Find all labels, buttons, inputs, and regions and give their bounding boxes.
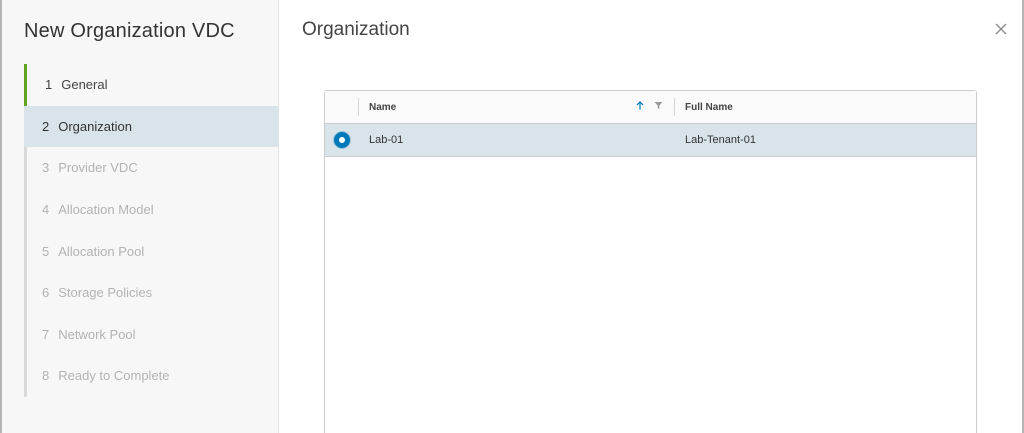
step-number: 5 xyxy=(42,243,50,259)
step-label: Organization xyxy=(58,118,132,134)
step-label: Allocation Pool xyxy=(58,243,145,259)
step-number: 4 xyxy=(42,202,50,218)
name-column-label: Name xyxy=(369,101,397,113)
step-label: Network Pool xyxy=(58,326,136,342)
step-label: General xyxy=(61,77,108,93)
step-label: Storage Policies xyxy=(58,285,153,301)
organization-datagrid: Name Full Name Lab-01 Lab-Tenant-01 xyxy=(324,90,977,433)
close-button[interactable] xyxy=(992,22,1010,40)
wizard-title: New Organization VDC xyxy=(24,20,235,42)
row-select-cell xyxy=(325,124,359,156)
step-label: Allocation Model xyxy=(58,202,154,218)
close-icon[interactable] xyxy=(995,22,1007,40)
step-number: 3 xyxy=(42,160,50,176)
step-allocation-model: 4 Allocation Model xyxy=(24,189,279,231)
row-radio-button[interactable] xyxy=(334,132,350,148)
step-general[interactable]: 1 General xyxy=(24,64,279,106)
step-label: Ready to Complete xyxy=(58,368,170,384)
step-number: 2 xyxy=(42,118,50,134)
step-network-pool: 7 Network Pool xyxy=(24,314,279,356)
select-column-header xyxy=(325,91,359,123)
step-provider-vdc: 3 Provider VDC xyxy=(24,147,279,189)
step-storage-policies: 6 Storage Policies xyxy=(24,272,279,314)
arrow-up-icon[interactable] xyxy=(636,101,644,113)
wizard-content: Organization Name Full Name Lab-01 Lab-T… xyxy=(280,0,1022,433)
step-number: 7 xyxy=(42,326,50,342)
step-ready-to-complete: 8 Ready to Complete xyxy=(24,355,279,397)
full-name-column-label: Full Name xyxy=(685,101,733,113)
filter-icon[interactable] xyxy=(654,101,663,113)
column-actions xyxy=(636,101,663,113)
step-label: Provider VDC xyxy=(58,160,138,176)
grid-header: Name Full Name xyxy=(325,91,976,124)
step-number: 6 xyxy=(42,285,50,301)
name-column-header[interactable]: Name xyxy=(359,91,675,123)
wizard-sidebar: New Organization VDC 1 General 2 Organiz… xyxy=(2,0,279,433)
full-name-cell: Lab-Tenant-01 xyxy=(685,134,756,146)
step-number: 8 xyxy=(42,368,50,384)
wizard-steps: 1 General 2 Organization 3 Provider VDC … xyxy=(24,64,279,397)
step-allocation-pool: 5 Allocation Pool xyxy=(24,230,279,272)
name-cell: Lab-01 xyxy=(369,134,404,146)
table-row[interactable]: Lab-01 Lab-Tenant-01 xyxy=(325,124,976,157)
page-title: Organization xyxy=(302,19,410,40)
step-number: 1 xyxy=(45,77,53,93)
full-name-column-header[interactable]: Full Name xyxy=(675,91,976,123)
step-organization[interactable]: 2 Organization xyxy=(24,105,279,148)
